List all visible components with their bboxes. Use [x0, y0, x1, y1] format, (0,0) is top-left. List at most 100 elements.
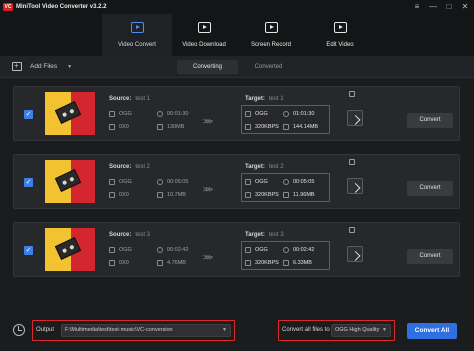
tab-label: Edit Video: [326, 42, 354, 48]
source-duration: 00:01:30: [157, 111, 188, 117]
source-format: OGG: [109, 111, 132, 117]
file-checkbox[interactable]: ✓: [24, 110, 33, 119]
tab-label: Video Download: [182, 42, 226, 48]
format-icon: [245, 179, 251, 185]
edit-icon[interactable]: [349, 159, 355, 165]
source-title: Source: test 3: [109, 232, 151, 238]
output-label: Output: [36, 327, 55, 333]
target-bitrate: 320KBPS: [245, 124, 279, 130]
convert-all-button[interactable]: Convert All: [407, 323, 457, 339]
target-bitrate: 320KBPS: [245, 192, 279, 198]
target-bitrate: 320KBPS: [245, 260, 279, 266]
add-file-icon: [12, 61, 22, 71]
output-format-select[interactable]: OGG High Quality ▼: [331, 324, 391, 337]
maximize-icon[interactable]: □: [444, 2, 454, 12]
file-checkbox[interactable]: ✓: [24, 246, 33, 255]
tab-edit-video[interactable]: Edit Video: [305, 14, 375, 56]
file-card: ✓ Source: test 2 OGG 00:05:05 0X0 10.7MB …: [13, 154, 460, 209]
clock-icon: [283, 179, 289, 185]
file-size-icon: [283, 192, 289, 198]
target-format: OGG: [245, 247, 268, 253]
app-logo: VC: [3, 3, 13, 11]
format-icon: [109, 111, 115, 117]
file-card: ✓ Source: test 3 OGG 00:02:42 0X0 4.76MB …: [13, 222, 460, 277]
source-format: OGG: [109, 247, 132, 253]
source-size: 130MB: [157, 124, 184, 130]
target-format-button[interactable]: [347, 178, 363, 194]
convert-button[interactable]: Convert: [407, 181, 453, 196]
clock-icon: [157, 247, 163, 253]
minimize-icon[interactable]: —: [428, 2, 438, 12]
menu-icon[interactable]: ≡: [412, 2, 422, 12]
format-icon: [109, 247, 115, 253]
source-duration: 00:05:05: [157, 179, 188, 185]
target-duration: 01:01:30: [283, 111, 314, 117]
video-convert-icon: [131, 22, 144, 33]
window-controls: ≡ — □ ✕: [412, 2, 470, 12]
chevron-down-icon[interactable]: ▼: [382, 325, 387, 336]
bitrate-icon: [245, 192, 251, 198]
target-format-button[interactable]: [347, 110, 363, 126]
tab-label: Video Convert: [118, 42, 156, 48]
bottom-bar: Output F:\Multimedia\test\test-music\VC-…: [0, 314, 474, 351]
format-icon: [245, 111, 251, 117]
edit-icon[interactable]: [349, 227, 355, 233]
tab-screen-record[interactable]: Screen Record: [236, 14, 306, 56]
target-size: 144.14MB: [283, 124, 318, 130]
toolbar: Add Files ▼ Converting Converted: [0, 56, 474, 78]
source-title: Source: test 1: [109, 96, 151, 102]
close-icon[interactable]: ✕: [460, 2, 470, 12]
resolution-icon: [109, 192, 115, 198]
source-resolution: 0X0: [109, 124, 129, 130]
target-size: 6.33MB: [283, 260, 312, 266]
clock-icon: [157, 111, 163, 117]
target-format: OGG: [245, 179, 268, 185]
tab-video-convert[interactable]: Video Convert: [102, 14, 172, 56]
file-size-icon: [283, 124, 289, 130]
file-size-icon: [157, 260, 163, 266]
output-path-field[interactable]: F:\Multimedia\test\test-music\VC-convers…: [61, 324, 231, 337]
tab-converting[interactable]: Converting: [177, 60, 238, 74]
convert-button[interactable]: Convert: [407, 113, 453, 128]
file-checkbox[interactable]: ✓: [24, 178, 33, 187]
source-size: 10.7MB: [157, 192, 186, 198]
chevron-down-icon[interactable]: ▼: [222, 325, 227, 336]
file-size-icon: [283, 260, 289, 266]
convert-all-label: Convert all files to: [282, 327, 330, 333]
format-value: OGG High Quality: [335, 327, 380, 333]
add-files-label: Add Files: [30, 63, 58, 70]
add-files-button[interactable]: Add Files ▼: [12, 61, 72, 71]
source-resolution: 0X0: [109, 192, 129, 198]
resolution-icon: [109, 260, 115, 266]
source-duration: 00:02:42: [157, 247, 188, 253]
target-format-button[interactable]: [347, 246, 363, 262]
format-icon: [109, 179, 115, 185]
clock-icon: [157, 179, 163, 185]
bitrate-icon: [245, 124, 251, 130]
clock-icon: [283, 111, 289, 117]
main-nav: Video Convert Video Download Screen Reco…: [0, 14, 474, 56]
edit-icon[interactable]: [349, 91, 355, 97]
status-tabs: Converting Converted: [177, 60, 299, 74]
tab-video-download[interactable]: Video Download: [169, 14, 239, 56]
tab-converted[interactable]: Converted: [238, 60, 299, 74]
target-format: OGG: [245, 111, 268, 117]
output-path-value: F:\Multimedia\test\test-music\VC-convers…: [65, 327, 173, 333]
source-resolution: 0X0: [109, 260, 129, 266]
bitrate-icon: [245, 260, 251, 266]
target-size: 11.96MB: [283, 192, 315, 198]
resolution-icon: [109, 124, 115, 130]
target-title: Target: test 2: [245, 164, 284, 170]
chevron-down-icon[interactable]: ▼: [67, 64, 72, 70]
source-title: Source: test 2: [109, 164, 151, 170]
convert-button[interactable]: Convert: [407, 249, 453, 264]
target-duration: 00:05:05: [283, 179, 314, 185]
convert-arrows-icon: >>>: [203, 117, 213, 126]
source-size: 4.76MB: [157, 260, 186, 266]
schedule-clock-icon[interactable]: [13, 324, 25, 336]
video-download-icon: [198, 22, 211, 33]
target-title: Target: test 3: [245, 232, 284, 238]
target-title: Target: test 1: [245, 96, 284, 102]
tab-label: Screen Record: [250, 42, 292, 48]
file-thumbnail: [45, 92, 95, 135]
